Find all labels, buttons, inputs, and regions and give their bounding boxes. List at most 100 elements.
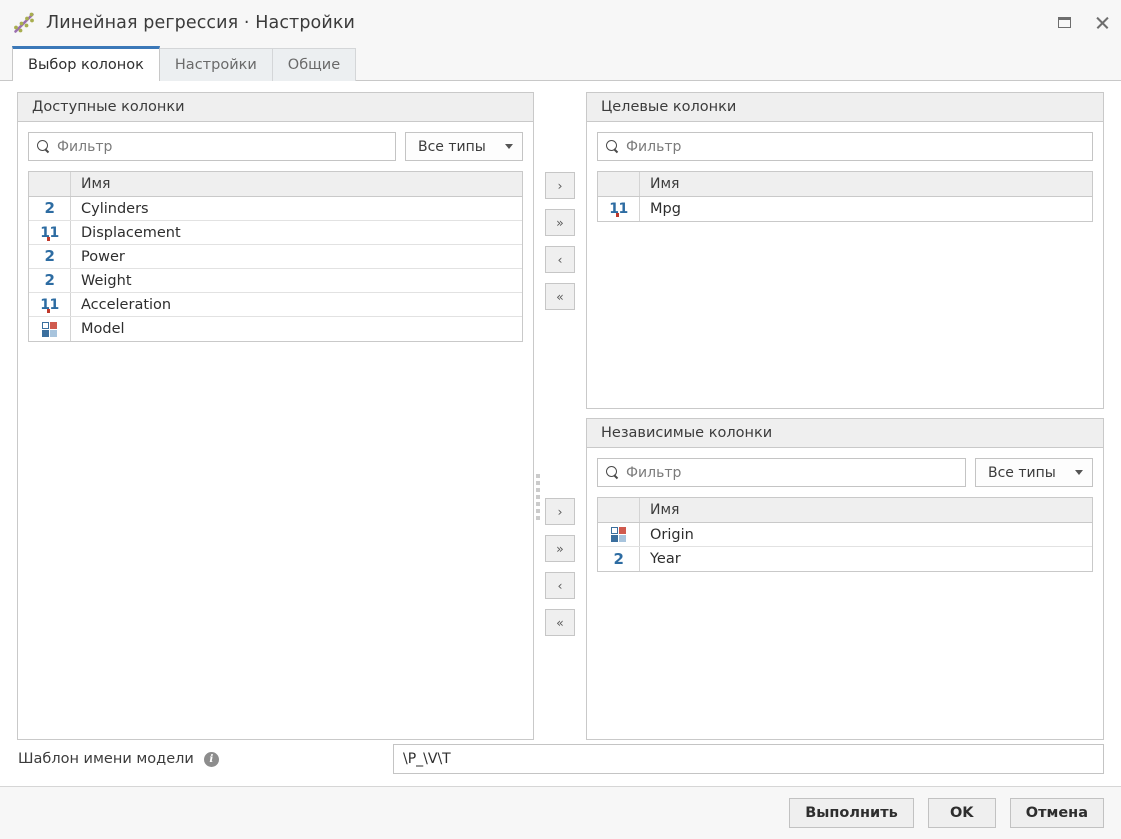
available-columns-title: Доступные колонки [18,93,533,122]
target-filter-input[interactable]: Фильтр [597,132,1093,161]
table-row[interactable]: Origin [598,523,1092,547]
type-column-header [598,498,640,522]
title-bar: Линейная регрессия · Настройки [0,0,1121,45]
column-type-cell [598,523,640,546]
add-all-to-target-button[interactable]: » [545,209,575,236]
column-name-cell: Mpg [650,201,681,217]
independent-filter-row: Фильтр Все типы [597,458,1093,487]
table-row[interactable]: 2 Power [29,245,522,269]
model-name-label: Шаблон имени модели [18,751,194,767]
chevron-down-icon [1075,470,1083,475]
model-name-value: \P_\V\T [403,751,451,767]
target-filter-row: Фильтр [597,132,1093,161]
double-chevron-left-icon: « [556,289,564,304]
chevron-left-icon: ‹ [557,578,563,593]
column-type-cell: 11 [29,221,71,244]
table-row[interactable]: 11 Acceleration [29,293,522,317]
target-columns-title: Целевые колонки [587,93,1103,122]
integer-type-icon: 2 [44,247,55,265]
available-type-filter-dropdown[interactable]: Все типы [405,132,523,161]
search-icon [606,140,619,153]
tab-settings[interactable]: Настройки [158,48,273,81]
model-name-row: Шаблон имени модели i \P_\V\T [0,732,1121,786]
tab-label: Настройки [174,57,257,73]
window-title: Линейная регрессия · Настройки [46,12,355,33]
name-column-header: Имя [650,176,680,192]
available-filter-input[interactable]: Фильтр [28,132,396,161]
remove-all-from-target-button[interactable]: « [545,283,575,310]
chevron-left-icon: ‹ [557,252,563,267]
table-row[interactable]: 11 Mpg [598,197,1092,221]
table-row[interactable]: Model [29,317,522,341]
double-type-icon: 11 [40,296,59,313]
independent-type-filter-dropdown[interactable]: Все типы [975,458,1093,487]
close-button[interactable] [1083,0,1121,45]
available-filter-row: Фильтр Все типы [28,132,523,161]
linear-regression-icon [14,12,34,33]
available-columns-table: Имя 2 Cylinders 11 Displacement 2 Power … [28,171,523,342]
table-row[interactable]: 2 Cylinders [29,197,522,221]
double-chevron-right-icon: » [556,215,564,230]
column-type-cell [29,317,71,341]
tab-column-selection[interactable]: Выбор колонок [12,46,160,82]
target-filter-placeholder: Фильтр [626,138,682,155]
column-type-cell: 11 [29,293,71,316]
execute-button[interactable]: Выполнить [789,798,914,828]
table-row[interactable]: 11 Displacement [29,221,522,245]
window-controls [1045,0,1121,45]
add-all-to-independent-button[interactable]: » [545,535,575,562]
double-type-icon: 11 [40,224,59,241]
model-name-input[interactable]: \P_\V\T [393,744,1104,774]
search-icon [606,466,619,479]
column-type-cell: 11 [598,197,640,221]
tab-label: Общие [287,57,341,73]
remove-one-from-independent-button[interactable]: ‹ [545,572,575,599]
add-one-to-target-button[interactable]: › [545,172,575,199]
remove-one-from-target-button[interactable]: ‹ [545,246,575,273]
target-columns-table: Имя 11 Mpg [597,171,1093,222]
table-header: Имя [598,498,1092,523]
type-column-header [29,172,71,196]
available-filter-placeholder: Фильтр [57,138,113,155]
add-one-to-independent-button[interactable]: › [545,498,575,525]
chevron-right-icon: › [557,178,563,193]
target-transfer-buttons: › » ‹ « [545,172,575,310]
integer-type-icon: 2 [44,199,55,217]
string-type-icon [42,321,57,337]
column-type-cell: 2 [29,269,71,292]
available-columns-panel: Доступные колонки Фильтр Все типы Имя 2 … [17,92,534,740]
column-name-cell: Origin [650,526,694,543]
string-type-icon [611,527,626,542]
chevron-right-icon: › [557,504,563,519]
chevron-down-icon [505,144,513,149]
ok-button[interactable]: OK [927,798,996,828]
table-row[interactable]: 2 Weight [29,269,522,293]
type-column-header [598,172,640,196]
independent-filter-input[interactable]: Фильтр [597,458,966,487]
double-chevron-right-icon: » [556,541,564,556]
dialog-body: Доступные колонки Фильтр Все типы Имя 2 … [0,81,1121,787]
info-icon[interactable]: i [203,751,219,767]
independent-transfer-buttons: › » ‹ « [545,498,575,636]
column-type-cell: 2 [29,197,71,220]
double-chevron-left-icon: « [556,615,564,630]
column-name-cell: Model [81,321,125,337]
search-icon [37,140,50,153]
maximize-button[interactable] [1045,0,1083,45]
panel-splitter[interactable] [536,474,540,520]
table-header: Имя [29,172,522,197]
table-row[interactable]: 2 Year [598,547,1092,571]
remove-all-from-independent-button[interactable]: « [545,609,575,636]
double-type-icon: 11 [609,201,628,217]
close-icon [1095,15,1110,30]
target-columns-panel: Целевые колонки Фильтр Имя 11 Mpg [586,92,1104,409]
column-type-cell: 2 [29,245,71,268]
independent-columns-panel: Независимые колонки Фильтр Все типы Имя [586,418,1104,740]
tab-bar: Выбор колонок Настройки Общие [0,45,1121,82]
available-type-filter-value: Все типы [418,138,486,155]
tab-general[interactable]: Общие [271,48,357,81]
column-name-cell: Displacement [81,224,181,241]
column-name-cell: Year [650,551,681,567]
integer-type-icon: 2 [44,271,55,289]
cancel-button[interactable]: Отмена [1009,798,1104,828]
